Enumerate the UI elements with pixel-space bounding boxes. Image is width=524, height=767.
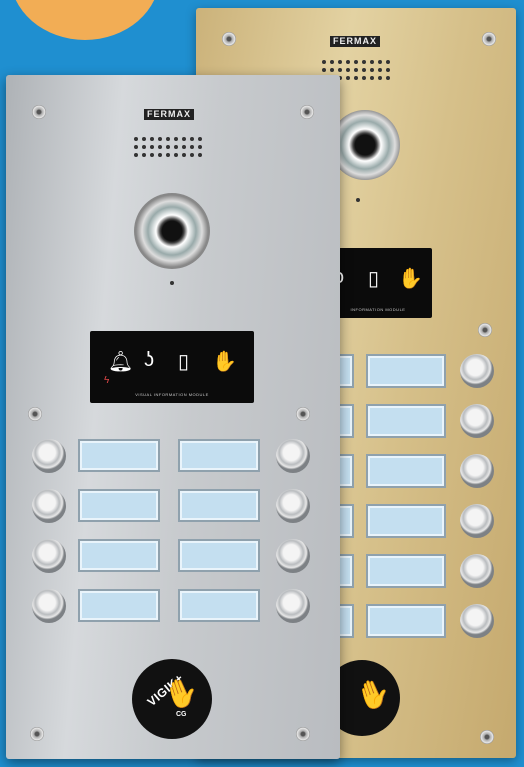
name-plate <box>366 504 446 538</box>
call-button[interactable] <box>32 439 66 473</box>
microphone-hole <box>170 281 174 285</box>
screw-icon <box>30 727 44 741</box>
screw-icon <box>28 407 42 421</box>
name-plate <box>366 554 446 588</box>
microphone-hole <box>356 198 360 202</box>
name-plate <box>178 439 260 472</box>
call-button[interactable] <box>276 489 310 523</box>
call-button[interactable] <box>276 589 310 623</box>
stop-hand-icon: ✋ <box>398 268 423 290</box>
call-button[interactable] <box>32 539 66 573</box>
camera-lens <box>134 193 210 269</box>
stop-hand-icon: ✋ <box>212 351 237 373</box>
camera-lens <box>330 110 400 180</box>
bell-icon: 🔔︎ <box>108 351 134 373</box>
door-icon: ▯ <box>178 351 190 373</box>
brand-logo: FERMAX <box>330 36 380 47</box>
name-plate <box>78 539 160 572</box>
call-button[interactable] <box>32 489 66 523</box>
speaker-grille <box>134 137 203 157</box>
screen-caption: INFORMATION MODULE <box>350 307 406 312</box>
info-screen: 🔔︎ ʖ ▯ ✋ ϟ VISUAL INFORMATION MODULE <box>90 331 254 403</box>
call-button[interactable] <box>460 604 494 638</box>
name-plate <box>178 539 260 572</box>
vigik-badge-reader[interactable]: VIGIK+ ✋ CG <box>132 659 212 739</box>
door-icon: ▯ <box>368 268 380 290</box>
screw-icon <box>296 727 310 741</box>
orange-decor-circle <box>10 0 160 40</box>
vigik-sub-label: CG <box>176 711 187 718</box>
call-button[interactable] <box>276 539 310 573</box>
name-plate <box>78 589 160 622</box>
name-plate <box>366 604 446 638</box>
silver-intercom-panel: FERMAX 🔔︎ ʖ ▯ ✋ ϟ VISUAL INFORMATION MOD… <box>6 75 340 759</box>
call-button[interactable] <box>460 404 494 438</box>
name-plate <box>366 354 446 388</box>
brand-logo: FERMAX <box>144 109 194 120</box>
name-plate <box>366 454 446 488</box>
screw-icon <box>300 105 314 119</box>
call-button[interactable] <box>460 504 494 538</box>
call-button[interactable] <box>460 454 494 488</box>
name-plate <box>178 489 260 522</box>
name-plate <box>78 489 160 522</box>
screw-icon <box>482 32 496 46</box>
name-plate <box>366 404 446 438</box>
speaking-icon: ʖ <box>144 349 154 371</box>
hand-badge-icon: ✋ <box>351 673 396 716</box>
name-plate <box>78 439 160 472</box>
screw-icon <box>478 323 492 337</box>
call-button[interactable] <box>32 589 66 623</box>
call-button[interactable] <box>460 354 494 388</box>
screen-caption: VISUAL INFORMATION MODULE <box>135 392 209 397</box>
screw-icon <box>32 105 46 119</box>
name-plate <box>178 589 260 622</box>
screw-icon <box>480 730 494 744</box>
screw-icon <box>222 32 236 46</box>
call-button[interactable] <box>460 554 494 588</box>
info-screen: ʖ ▯ ✋ INFORMATION MODULE <box>324 248 432 318</box>
call-button[interactable] <box>276 439 310 473</box>
screw-icon <box>296 407 310 421</box>
hearing-loop-icon: ϟ <box>104 375 110 386</box>
